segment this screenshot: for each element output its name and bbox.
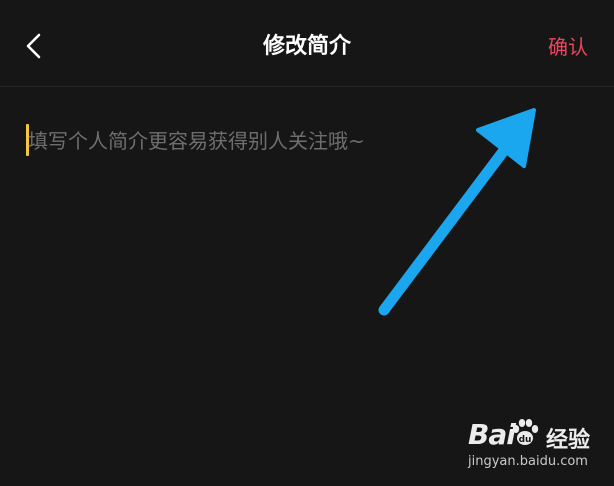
watermark-domain: jingyan.baidu.com (468, 454, 588, 469)
back-button[interactable] (14, 26, 54, 66)
page-title: 修改简介 (262, 34, 351, 59)
bio-placeholder: 填写个人简介更容易获得别人关注哦~ (28, 129, 365, 153)
chevron-left-icon (26, 33, 41, 59)
bio-input[interactable]: 填写个人简介更容易获得别人关注哦~ (22, 120, 592, 380)
edit-bio-screen: 修改简介 确认 填写个人简介更容易获得别人关注哦~ Bai du 经验 jing… (0, 0, 614, 486)
confirm-button[interactable]: 确认 (548, 29, 588, 65)
svg-text:du: du (519, 435, 532, 445)
top-bar: 修改简介 确认 (0, 0, 614, 86)
baidu-jingyan-watermark: Bai du 经验 jingyan.baidu.com (468, 416, 608, 476)
watermark-brand-right: 经验 (546, 428, 591, 453)
paw-icon: du (512, 419, 539, 445)
header-divider (0, 86, 614, 87)
